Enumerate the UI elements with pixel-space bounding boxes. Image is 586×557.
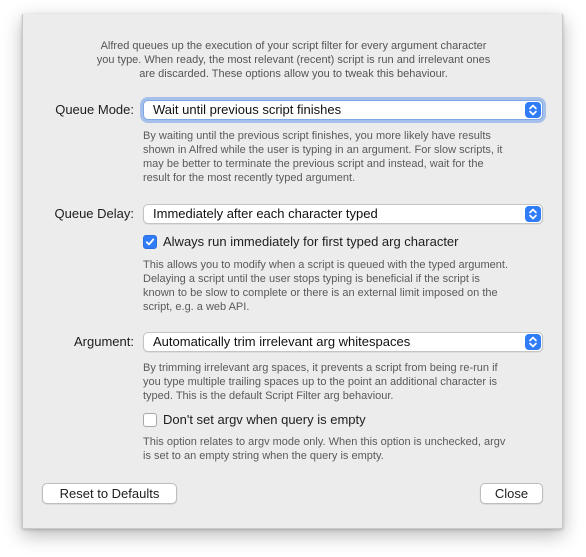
script-filter-queue-sheet: Alfred queues up the execution of your s… [22,14,563,529]
help-line: This allows you to modify when a script … [143,259,509,271]
argv-empty-checkbox-row[interactable]: Don't set argv when query is empty [143,412,366,427]
chevron-updown-icon [525,334,541,350]
help-line: result for the most recently typed argum… [143,172,356,184]
queue-delay-value: Immediately after each character typed [153,206,378,221]
help-line: shown in Alfred while the user is typing… [143,144,503,156]
close-button[interactable]: Close [480,483,543,504]
help-line: This option relates to argv mode only. W… [143,436,506,448]
queue-mode-select[interactable]: Wait until previous script finishes [143,100,543,120]
argv-empty-help: This option relates to argv mode only. W… [143,435,553,463]
argument-label: Argument: [74,334,134,349]
help-line: By waiting until the previous script fin… [143,130,491,142]
checkmark-icon [145,238,155,245]
chevron-updown-icon [525,102,541,118]
help-line: is set to an empty string when the query… [143,450,384,462]
intro-line: you type. When ready, the most relevant … [96,54,491,66]
help-line: you type multiple trailing spaces up to … [143,376,498,388]
help-line: may be better to terminate the previous … [143,158,484,170]
argument-select[interactable]: Automatically trim irrelevant arg whites… [143,332,543,352]
queue-delay-label: Queue Delay: [54,206,135,221]
argument-value: Automatically trim irrelevant arg whites… [153,334,411,349]
queue-mode-help: By waiting until the previous script fin… [143,129,553,185]
intro-text: Alfred queues up the execution of your s… [23,39,564,81]
chevron-updown-icon [525,206,541,222]
queue-delay-select[interactable]: Immediately after each character typed [143,204,543,224]
argument-help: By trimming irrelevant arg spaces, it pr… [143,361,553,403]
queue-mode-label: Queue Mode: [55,102,134,117]
queue-mode-value: Wait until previous script finishes [153,102,342,117]
intro-line: Alfred queues up the execution of your s… [100,40,487,52]
queue-delay-help: This allows you to modify when a script … [143,258,553,314]
help-line: script, e.g. a web API. [143,301,250,313]
help-line: known to be slow to complete or there is… [143,287,498,299]
intro-line: are discarded. These options allow you t… [139,68,448,80]
reset-to-defaults-button[interactable]: Reset to Defaults [42,483,177,504]
help-line: typed. This is the default Script Filter… [143,390,394,402]
argv-empty-checkbox-label: Don't set argv when query is empty [163,412,366,427]
first-char-checkbox-row[interactable]: Always run immediately for first typed a… [143,234,459,249]
first-char-checkbox-label: Always run immediately for first typed a… [163,234,459,249]
argv-empty-checkbox[interactable] [143,412,157,427]
first-char-checkbox[interactable] [143,234,157,249]
help-line: By trimming irrelevant arg spaces, it pr… [143,362,498,374]
help-line: Delaying a script until the user stops t… [143,273,480,285]
